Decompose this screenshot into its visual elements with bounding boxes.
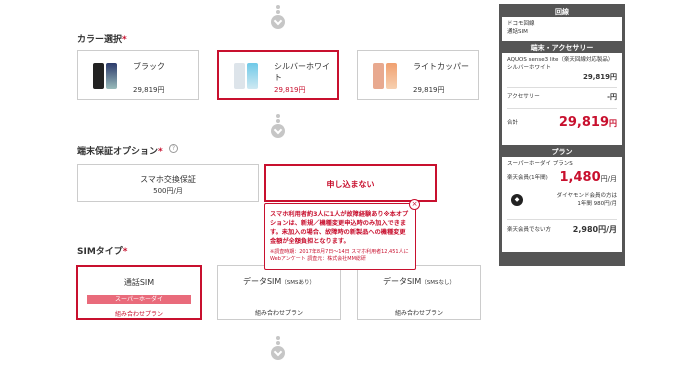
- sim-name: 通話SIM: [123, 278, 155, 287]
- warranty-option-decline[interactable]: 申し込まない: [264, 164, 437, 202]
- total-price: 29,819: [558, 115, 609, 130]
- color-price: 29,819円: [133, 86, 165, 94]
- sim-card-data-sms[interactable]: データSIM（SMSあり） 組み合わせプラン: [217, 265, 341, 320]
- nonmember-price: 2,980円/月: [572, 225, 617, 234]
- tooltip-main-text: スマホ利用者約3人に1人が故障経験あり※本オプションは、新規／機種変更申込時のみ…: [270, 211, 409, 245]
- color-card-black[interactable]: ブラック 29,819円: [77, 50, 199, 100]
- sim-name: データSIM（SMSなし）: [382, 277, 456, 286]
- warranty-section-title: 端末保証オプション*: [77, 147, 163, 157]
- sim-card-data-nosms[interactable]: データSIM（SMSなし） 組み合わせプラン: [357, 265, 481, 320]
- device-name: AQUOS sense3 lite（楽天回線対応製品）: [507, 57, 614, 63]
- option-name: 申し込まない: [326, 180, 375, 189]
- order-summary-panel: 回線 ドコモ回線 通話SIM 端末・アクセサリー AQUOS sense3 li…: [499, 4, 625, 266]
- step-arrow-top: [269, 4, 287, 29]
- diamond-price: 1年間 980円/月: [577, 201, 617, 207]
- accessory-price: -円: [607, 93, 617, 101]
- sim-plan-band: スーパーホーダイ: [87, 295, 191, 304]
- color-name: ライトカッパー: [413, 62, 469, 71]
- plan-name: スーパーホーダイ プランS: [507, 161, 573, 167]
- member-label: 楽天会員(1年間): [507, 175, 548, 181]
- summary-plan-box: スーパーホーダイ プランS 楽天会員(1年間) 1,480円/月 ◆ ダイヤモン…: [502, 157, 622, 252]
- color-card-silver-white[interactable]: シルバーホワイト 29,819円: [217, 50, 339, 100]
- sim-sub-label: 組み合わせプラン: [254, 310, 303, 317]
- nonmember-label: 楽天会員でない方: [507, 227, 552, 233]
- accessory-label: アクセサリー: [507, 94, 540, 100]
- option-price: 500円/月: [153, 187, 183, 195]
- sim-sub-label: 組み合わせプラン: [114, 311, 163, 318]
- tooltip-note-text: ※調査時期：2017年8月7日～14日 スマホ利用者12,451人にWebアンケ…: [270, 249, 409, 262]
- summary-device-box: AQUOS sense3 lite（楽天回線対応製品） シルバーホワイト 29,…: [502, 53, 622, 145]
- help-icon[interactable]: ?: [169, 144, 178, 153]
- phone-copper-image: [373, 63, 399, 89]
- color-name: ブラック: [133, 62, 165, 71]
- summary-line-box: ドコモ回線 通話SIM: [502, 17, 622, 41]
- color-section-title: カラー選択*: [77, 35, 127, 45]
- option-name: スマホ交換保証: [140, 175, 196, 184]
- color-price: 29,819円: [413, 86, 445, 94]
- sim-section-title: SIMタイプ*: [77, 247, 128, 257]
- sim-name: データSIM（SMSあり）: [242, 277, 316, 286]
- line-sim-type: 通話SIM: [507, 29, 528, 35]
- close-icon[interactable]: ×: [409, 199, 420, 210]
- warranty-option-exchange[interactable]: スマホ交換保証 500円/月: [77, 164, 259, 202]
- total-label: 合計: [507, 120, 519, 126]
- device-price: 29,819円: [582, 73, 617, 81]
- warranty-tooltip: スマホ利用者約3人に1人が故障経験あり※本オプションは、新規／機種変更申込時のみ…: [264, 199, 420, 270]
- step-arrow-2: [269, 113, 287, 138]
- step-arrow-bottom: [269, 335, 287, 360]
- sim-sub-label: 組み合わせプラン: [394, 310, 443, 317]
- summary-device-heading: 端末・アクセサリー: [502, 43, 622, 53]
- phone-silver-image: [234, 63, 260, 89]
- line-carrier: ドコモ回線: [507, 21, 535, 27]
- color-price: 29,819円: [274, 86, 306, 94]
- sim-card-voice[interactable]: 通話SIM スーパーホーダイ 組み合わせプラン: [76, 265, 202, 320]
- diamond-text: ダイヤモンド会員の方は: [556, 193, 617, 199]
- phone-black-image: [93, 63, 119, 89]
- summary-line-heading: 回線: [502, 7, 622, 17]
- diamond-badge-icon: ◆: [511, 194, 523, 206]
- member-price: 1,480: [559, 170, 601, 185]
- color-card-light-copper[interactable]: ライトカッパー 29,819円: [357, 50, 479, 100]
- device-color: シルバーホワイト: [507, 65, 552, 71]
- color-name: シルバーホワイト: [274, 62, 330, 82]
- summary-plan-heading: プラン: [502, 147, 622, 157]
